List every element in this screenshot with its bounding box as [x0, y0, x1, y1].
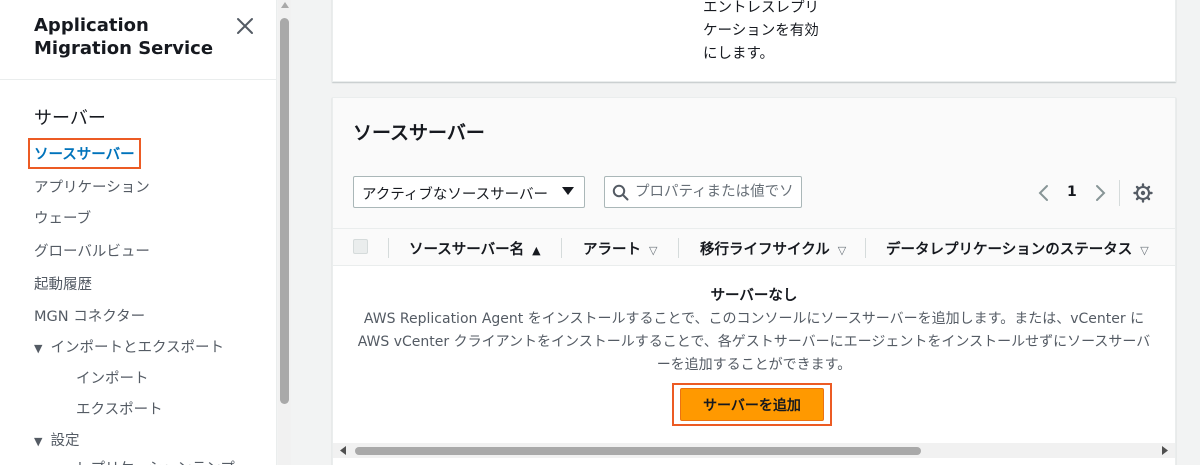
select-all-checkbox[interactable]	[353, 239, 368, 254]
sidebar-header: Application Migration Service	[0, 0, 276, 80]
column-header-source-server-name[interactable]: ソースサーバー名 ▲	[409, 238, 541, 259]
scroll-right-arrow-icon[interactable]	[1161, 446, 1169, 455]
table-title: ソースサーバー	[353, 122, 485, 144]
sidebar-item-import[interactable]: インポート	[76, 367, 149, 388]
scroll-left-arrow-icon[interactable]	[339, 446, 347, 455]
sidebar-item-source-servers[interactable]: ソースサーバー	[28, 138, 141, 169]
column-divider	[865, 238, 866, 258]
table-horizontal-scrollbar[interactable]	[333, 443, 1175, 458]
sort-ascending-icon: ▲	[532, 244, 541, 257]
empty-state-description: AWS Replication Agent をインストールすることで、このコンソ…	[357, 311, 1151, 373]
sidebar-item-mgn-connector[interactable]: MGN コネクター	[34, 305, 145, 326]
sidebar-group-label: 設定	[50, 433, 80, 449]
dropdown-caret-icon	[562, 187, 574, 195]
app-title[interactable]: Application Migration Service	[34, 14, 234, 60]
sort-caret-icon: ▽	[837, 244, 847, 257]
column-divider	[561, 238, 562, 258]
gear-icon[interactable]	[1133, 183, 1153, 203]
sidebar-group-import-export[interactable]: ▼ インポートとエクスポート	[34, 336, 224, 357]
close-icon	[237, 18, 253, 34]
source-servers-table-card: ソースサーバー アクティブなソースサーバー 1 ソースサーバー名 ▲	[332, 97, 1176, 465]
column-header-migration-lifecycle[interactable]: 移行ライフサイクル ▽	[700, 238, 846, 259]
column-divider	[678, 238, 679, 258]
sidebar-item-global-view[interactable]: グローバルビュー	[34, 240, 150, 261]
caret-down-icon: ▼	[34, 342, 43, 355]
server-filter-select[interactable]: アクティブなソースサーバー	[353, 176, 585, 208]
filter-selected-value: アクティブなソースサーバー	[362, 187, 549, 203]
empty-state-title: サーバーなし	[710, 288, 798, 304]
sidebar-scrollbar-thumb[interactable]	[280, 18, 289, 404]
previous-page-icon[interactable]	[1037, 184, 1051, 202]
info-card-text: エントレスレプリケーションを有効にします。	[703, 0, 819, 62]
column-label: データレプリケーションのステータス	[886, 242, 1133, 258]
close-navigation-button[interactable]	[233, 14, 257, 38]
column-label: ソースサーバー名	[409, 242, 525, 258]
scroll-up-arrow-icon[interactable]	[281, 0, 289, 10]
search-icon	[612, 184, 629, 201]
sort-caret-icon: ▽	[1140, 244, 1149, 257]
sidebar-item-applications[interactable]: アプリケーション	[34, 176, 150, 197]
side-navigation: Application Migration Service サーバー ソースサー…	[0, 0, 277, 465]
sidebar-group-label: インポートとエクスポート	[50, 340, 225, 356]
column-label: アラート	[583, 242, 641, 258]
sidebar-group-settings[interactable]: ▼ 設定	[34, 429, 79, 450]
add-server-highlight: サーバーを追加	[672, 383, 832, 426]
current-page-number[interactable]: 1	[1067, 184, 1077, 200]
horizontal-scrollbar-thumb[interactable]	[355, 447, 921, 455]
table-column-header-row: ソースサーバー名 ▲ アラート ▽ 移行ライフサイクル ▽ データレプリケーションのス…	[333, 228, 1175, 266]
column-header-alerts[interactable]: アラート ▽	[583, 238, 657, 259]
sidebar-item-launch-history[interactable]: 起動履歴	[34, 273, 92, 294]
nav-section-heading: サーバー	[34, 108, 106, 129]
next-page-icon[interactable]	[1093, 184, 1107, 202]
property-filter[interactable]	[604, 176, 802, 208]
search-input[interactable]	[635, 177, 801, 207]
sort-caret-icon: ▽	[649, 244, 658, 257]
sidebar-item-waves[interactable]: ウェーブ	[34, 207, 91, 228]
column-divider	[388, 238, 389, 258]
info-card: エントレスレプリケーションを有効にします。	[332, 0, 1176, 82]
caret-down-icon: ▼	[34, 435, 43, 448]
sidebar-item-export[interactable]: エクスポート	[76, 398, 163, 419]
sidebar-item-replication-template[interactable]: レプリケーションテンプ	[76, 457, 235, 465]
column-header-data-replication-status[interactable]: データレプリケーションのステータス ▽	[886, 238, 1149, 259]
column-label: 移行ライフサイクル	[700, 242, 830, 258]
add-server-button[interactable]: サーバーを追加	[680, 388, 824, 421]
pagination-divider	[1119, 180, 1120, 206]
